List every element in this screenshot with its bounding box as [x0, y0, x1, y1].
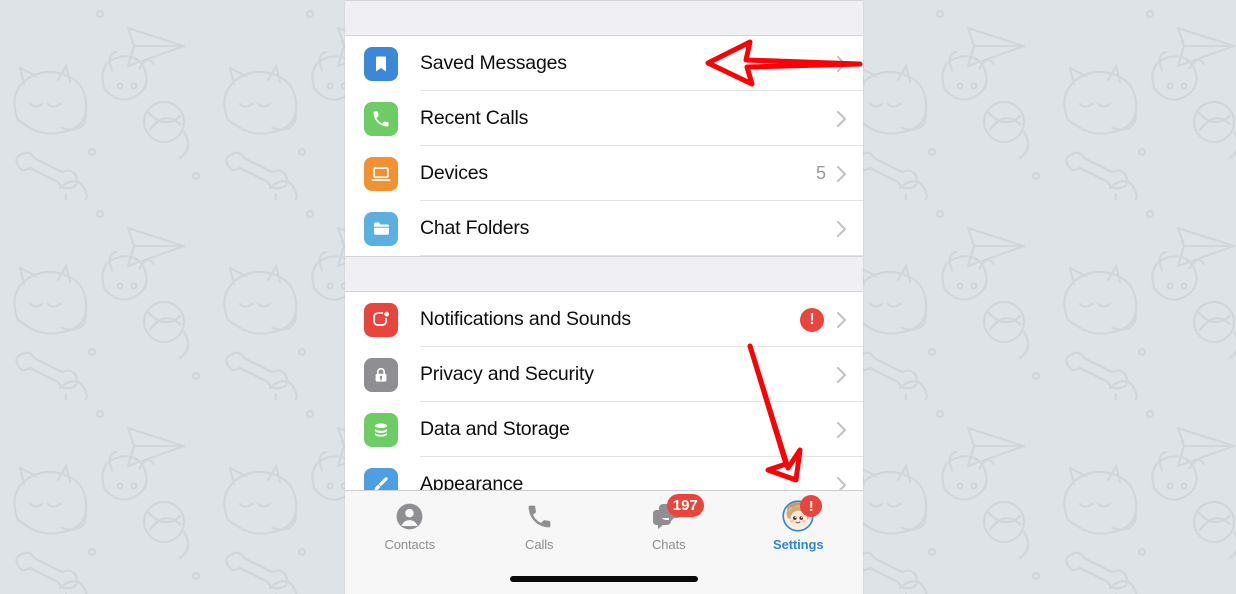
database-icon [364, 412, 398, 447]
bookmark-icon [364, 46, 398, 81]
settings-row-chat-folders[interactable]: Chat Folders [345, 201, 863, 256]
settings-row-recent-calls[interactable]: Recent Calls [345, 91, 863, 146]
settings-row-label: Chat Folders [420, 217, 530, 239]
avatar-icon: ! [779, 495, 823, 533]
chats-unread-badge: 197 [666, 494, 704, 517]
tab-label: Settings [773, 537, 824, 552]
settings-row-label: Privacy and Security [420, 363, 594, 385]
settings-row-label: Notifications and Sounds [420, 308, 631, 330]
tab-chats[interactable]: 197 Chats [604, 494, 734, 552]
chats-icon: 197 [650, 494, 704, 533]
chevron-right-icon [837, 220, 846, 237]
settings-group-primary: Saved Messages Recent Calls Devices 5 Ch… [345, 36, 863, 256]
folder-icon [364, 211, 398, 246]
chevron-right-icon [837, 311, 846, 328]
tab-bar: Contacts Calls 197 Chats ! Settings [345, 490, 863, 594]
tab-settings[interactable]: ! Settings [734, 495, 864, 552]
settings-row-saved-messages[interactable]: Saved Messages [345, 36, 863, 91]
person-icon [391, 499, 429, 533]
chevron-right-icon [837, 110, 846, 127]
settings-row-notifications-and-sounds[interactable]: Notifications and Sounds ! [345, 292, 863, 347]
tab-label: Contacts [384, 537, 435, 552]
phone-icon [364, 101, 398, 136]
top-section-gap [345, 0, 863, 36]
status-badge: ! [800, 307, 824, 332]
tab-contacts[interactable]: Contacts [345, 499, 475, 552]
tab-label: Chats [652, 537, 686, 552]
chevron-right-icon [837, 421, 846, 438]
settings-row-label: Data and Storage [420, 418, 570, 440]
devices-count: 5 [815, 163, 826, 183]
tab-label: Calls [525, 537, 554, 552]
settings-row-data-and-storage[interactable]: Data and Storage [345, 402, 863, 457]
phone-icon [520, 499, 558, 533]
screenshot-canvas: Saved Messages Recent Calls Devices 5 Ch… [0, 0, 1236, 594]
settings-row-label: Devices [420, 162, 488, 184]
settings-row-label: Recent Calls [420, 107, 529, 129]
tab-calls[interactable]: Calls [475, 499, 605, 552]
settings-row-privacy-and-security[interactable]: Privacy and Security [345, 347, 863, 402]
chevron-right-icon [837, 55, 846, 72]
chevron-right-icon [837, 366, 846, 383]
notification-bell-icon [364, 302, 398, 337]
settings-row-devices[interactable]: Devices 5 [345, 146, 863, 201]
settings-group-secondary: Notifications and Sounds ! Privacy and S… [345, 292, 863, 512]
settings-row-label: Saved Messages [420, 52, 567, 74]
lock-icon [364, 357, 398, 392]
home-indicator [510, 576, 698, 582]
mid-section-gap [345, 256, 863, 292]
laptop-icon [364, 156, 398, 191]
settings-alert-badge: ! [800, 495, 823, 517]
chevron-right-icon [837, 165, 846, 182]
phone-screen: Saved Messages Recent Calls Devices 5 Ch… [345, 0, 863, 594]
